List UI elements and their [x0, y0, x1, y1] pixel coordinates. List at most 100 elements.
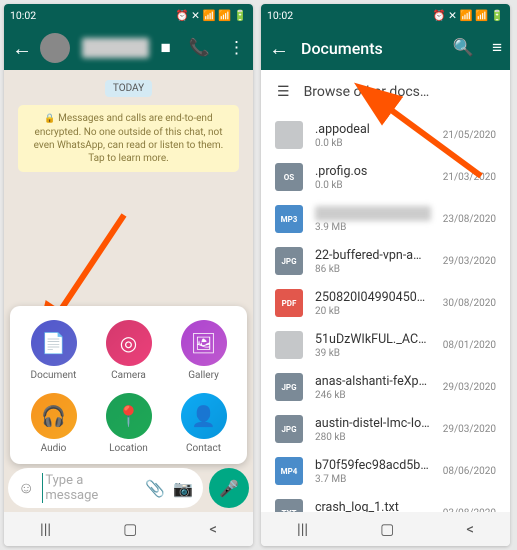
file-type-icon: OS — [275, 163, 303, 191]
file-info: .profig.os 0.0 kB — [315, 164, 431, 191]
voice-call-icon[interactable]: 📞 — [189, 38, 210, 58]
file-name: .appodeal — [315, 122, 431, 137]
attach-location[interactable]: 📍 Location — [91, 393, 166, 454]
docs-appbar: ← Documents 🔍 ≡ — [261, 26, 510, 70]
file-row[interactable]: JPG anas-alshanti-feXpdV001o4-unsplash.j… — [261, 366, 510, 408]
chat-appbar: ← ████ ■ 📞 ⋮ — [4, 26, 253, 70]
file-row[interactable]: TXT crash_log_1.txt 1.0 kB 03/08/2020 — [261, 492, 510, 512]
file-date: 08/01/2020 — [443, 340, 496, 351]
attach-label: Audio — [41, 443, 67, 454]
attach-label: Gallery — [188, 370, 219, 381]
file-row[interactable]: MP3 ████████.mp3 3.9 MB 23/08/2020 — [261, 198, 510, 240]
file-size: 246 kB — [315, 390, 431, 401]
file-date: 29/03/2020 — [443, 382, 496, 393]
clock: 10:02 — [267, 9, 293, 22]
nav-home[interactable]: ▢ — [123, 520, 137, 538]
attach-label: Contact — [186, 443, 221, 454]
nav-recents[interactable]: ||| — [40, 520, 51, 538]
attach-icon[interactable]: 📎 — [145, 479, 165, 498]
file-type-icon — [275, 331, 303, 359]
file-size: 0.0 kB — [315, 180, 431, 191]
video-call-icon[interactable]: ■ — [161, 38, 171, 58]
mic-button[interactable]: 🎤 — [209, 468, 249, 508]
status-bar: 10:02 ⏰ ✕ 📶 📶 🔋 — [261, 4, 510, 26]
file-info: 250820I049904503.pdf 20 kB — [315, 290, 431, 317]
location-icon: 📍 — [106, 393, 152, 439]
nav-home[interactable]: ▢ — [380, 520, 394, 538]
camera-icon[interactable]: 📷 — [173, 479, 193, 498]
attach-contact[interactable]: 👤Contact — [166, 393, 241, 454]
clock: 10:02 — [10, 9, 36, 22]
attach-camera[interactable]: ◎Camera — [91, 320, 166, 381]
file-row[interactable]: JPG 22-buffered-vpn-affiliate.jpg 86 kB … — [261, 240, 510, 282]
documents-screen: 10:02 ⏰ ✕ 📶 📶 🔋 ← Documents 🔍 ≡ ☰ Browse… — [261, 4, 510, 546]
file-name: 51uDzWIkFUL._AC_SY600_ML1_FMwe… — [315, 332, 431, 347]
emoji-icon[interactable]: ☺ — [18, 478, 34, 498]
date-chip: TODAY — [105, 80, 152, 97]
file-row[interactable]: MP4 b70f59fec98acd5bbd98f5849f8720de… 3.… — [261, 450, 510, 492]
file-info: anas-alshanti-feXpdV001o4-unsplash.j… 24… — [315, 374, 431, 401]
file-name: ████████.mp3 — [315, 206, 431, 221]
file-name: 22-buffered-vpn-affiliate.jpg — [315, 248, 431, 263]
file-info: austin-distel-Imc-IoZDMXc-unsplash.jpg 2… — [315, 416, 431, 443]
status-icons: ⏰ ✕ 📶 📶 🔋 — [432, 9, 504, 22]
status-icons: ⏰ ✕ 📶 📶 🔋 — [175, 9, 247, 22]
file-size: 20 kB — [315, 306, 431, 317]
browse-other-docs[interactable]: ☰ Browse other docs… — [261, 70, 510, 114]
nav-recents[interactable]: ||| — [297, 520, 308, 538]
file-type-icon: MP3 — [275, 205, 303, 233]
file-name: crash_log_1.txt — [315, 500, 431, 513]
file-size: 39 kB — [315, 348, 431, 359]
attach-label: Document — [31, 370, 77, 381]
encryption-notice[interactable]: 🔒 Messages and calls are end-to-end encr… — [18, 105, 239, 172]
sort-icon[interactable]: ≡ — [492, 38, 502, 58]
attach-gallery[interactable]: 🖼 Gallery — [166, 320, 241, 381]
file-type-icon: PDF — [275, 289, 303, 317]
file-type-icon: JPG — [275, 247, 303, 275]
audio-icon: 🎧 — [31, 393, 77, 439]
file-type-icon — [275, 121, 303, 149]
file-name: .profig.os — [315, 164, 431, 179]
file-date: 08/06/2020 — [443, 466, 496, 477]
browse-label: Browse other docs… — [304, 84, 430, 100]
chat-body: TODAY 🔒 Messages and calls are end-to-en… — [4, 70, 253, 512]
menu-icon[interactable]: ⋮ — [228, 38, 245, 58]
avatar[interactable] — [40, 33, 70, 63]
file-row[interactable]: JPG austin-distel-Imc-IoZDMXc-unsplash.j… — [261, 408, 510, 450]
file-size: 0.0 kB — [315, 138, 431, 149]
gallery-icon: 🖼 — [181, 320, 227, 366]
file-date: 29/03/2020 — [443, 256, 496, 267]
file-info: 51uDzWIkFUL._AC_SY600_ML1_FMwe… 39 kB — [315, 332, 431, 359]
chat-title[interactable]: ████ — [82, 38, 149, 58]
status-bar: 10:02 ⏰ ✕ 📶 📶 🔋 — [4, 4, 253, 26]
file-row[interactable]: .appodeal 0.0 kB 21/05/2020 — [261, 114, 510, 156]
back-icon[interactable]: ← — [12, 36, 32, 61]
file-info: crash_log_1.txt 1.0 kB — [315, 500, 431, 513]
message-input[interactable]: ☺ Type a message 📎 📷 — [8, 468, 203, 508]
docs-body: ☰ Browse other docs… .appodeal 0.0 kB 21… — [261, 70, 510, 512]
page-title: Documents — [301, 39, 441, 58]
search-icon[interactable]: 🔍 — [453, 38, 474, 58]
camera-icon: ◎ — [106, 320, 152, 366]
nav-back[interactable]: < — [466, 520, 474, 538]
file-type-icon: JPG — [275, 415, 303, 443]
nav-back[interactable]: < — [209, 520, 217, 538]
file-size: 280 kB — [315, 432, 431, 443]
file-info: .appodeal 0.0 kB — [315, 122, 431, 149]
file-size: 86 kB — [315, 264, 431, 275]
file-row[interactable]: 51uDzWIkFUL._AC_SY600_ML1_FMwe… 39 kB 08… — [261, 324, 510, 366]
file-row[interactable]: OS .profig.os 0.0 kB 21/03/2020 — [261, 156, 510, 198]
file-name: 250820I049904503.pdf — [315, 290, 431, 305]
file-size: 3.9 MB — [315, 222, 431, 233]
file-row[interactable]: PDF 250820I049904503.pdf 20 kB 30/08/202… — [261, 282, 510, 324]
attachment-sheet: 📄 Document ◎Camera 🖼 Gallery 🎧 Audio 📍 Location 👤… — [10, 306, 247, 464]
input-placeholder: Type a message — [42, 473, 137, 503]
file-list: .appodeal 0.0 kB 21/05/2020OS .profig.os… — [261, 114, 510, 512]
list-icon: ☰ — [277, 84, 290, 100]
back-icon[interactable]: ← — [269, 36, 289, 61]
attach-document[interactable]: 📄 Document — [16, 320, 91, 381]
attach-label: Location — [109, 443, 148, 454]
chat-screen: 10:02 ⏰ ✕ 📶 📶 🔋 ← ████ ■ 📞 ⋮ TODAY 🔒 Mes… — [4, 4, 253, 546]
document-icon: 📄 — [31, 320, 77, 366]
attach-audio[interactable]: 🎧 Audio — [16, 393, 91, 454]
